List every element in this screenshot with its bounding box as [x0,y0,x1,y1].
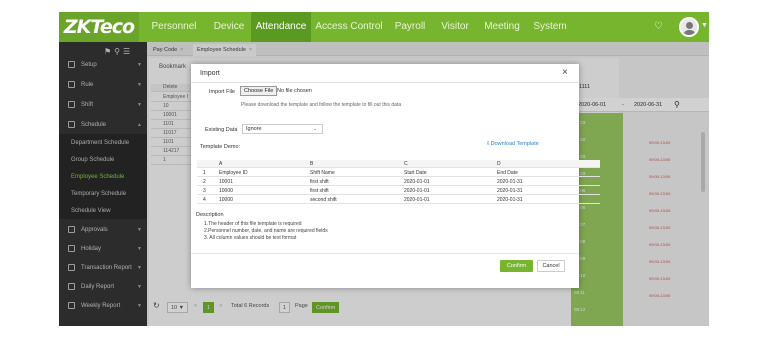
table-cell: 2020-01-31 [497,188,523,194]
dialog-title: Import [200,70,220,77]
table-cell: 2020-01-01 [404,188,430,194]
nav-access-control[interactable]: Access Control [311,12,387,42]
template-demo-label: Template Demo: [200,144,241,150]
nav-attendance[interactable]: Attendance [251,12,311,42]
nav-visitor[interactable]: Visitor [433,12,477,42]
table-row: 3 10000 first shift 2020-01-01 2020-01-31 [197,187,600,195]
nav-personnel[interactable]: Personnel [141,12,207,42]
import-dialog: Import × Import File Choose File No file… [191,64,600,288]
description-line: 3. All column values should be text form… [204,235,297,241]
existing-data-select[interactable]: Ignore ⌄ [242,124,323,134]
chevron-down-icon: ⌄ [313,126,318,132]
table-cell: 2 [203,179,206,185]
app-window: ZKTeco Personnel Device Attendance Acces… [59,12,709,326]
bell-icon[interactable]: ♡ [654,21,663,32]
existing-data-value: Ignore [246,126,262,132]
table-header-cell: A [219,161,223,167]
divider [191,253,579,254]
table-header-cell: B [310,161,314,167]
table-cell: 2020-01-01 [404,179,430,185]
table-row: 4 10000 second shift 2020-01-01 2020-01-31 [197,196,600,204]
nav-device[interactable]: Device [207,12,251,42]
user-avatar-icon[interactable] [679,17,699,37]
template-hint: Please download the template and follow … [241,102,402,108]
import-file-label: Import File [209,89,235,95]
download-template-link[interactable]: ⇩Download Template [486,141,539,147]
table-cell: 2020-01-31 [497,197,523,203]
table-cell: 3 [203,188,206,194]
top-nav-bar: ZKTeco Personnel Device Attendance Acces… [59,12,709,42]
chevron-down-icon[interactable]: ▼ [701,22,708,29]
confirm-button[interactable]: Confirm [500,260,533,272]
table-row: 1 Employee ID Shift Name Start Date End Date [197,169,600,177]
close-icon[interactable]: × [562,67,568,78]
table-header-row: A B C D [197,160,600,168]
table-cell: Start Date [404,170,427,176]
choose-file-button[interactable]: Choose File [240,86,278,96]
no-file-text: No file chosen [277,88,312,94]
description-line: 1.The header of this file template is re… [204,221,302,227]
table-cell: second shift [310,197,337,203]
existing-data-label: Existing Data [205,127,238,133]
divider [191,82,579,83]
table-cell: first shift [310,179,329,185]
nav-payroll[interactable]: Payroll [387,12,433,42]
description-label: Description [196,212,224,218]
table-row: 2 10001 first shift 2020-01-01 2020-01-31 [197,178,600,186]
table-cell: 2020-01-31 [497,179,523,185]
table-cell: End Date [497,170,518,176]
table-header-cell: C [404,161,408,167]
template-demo-table: A B C D 1 Employee ID Shift Name Start Date End … [197,160,600,209]
table-cell: 10001 [219,179,233,185]
table-cell: 1 [203,170,206,176]
table-cell: first shift [310,188,329,194]
cancel-button[interactable]: Cancel [537,260,565,272]
app-logo: ZKTeco [59,12,139,42]
table-cell: 10000 [219,197,233,203]
table-cell: 10000 [219,188,233,194]
table-cell: Shift Name [310,170,335,176]
table-cell: Employee ID [219,170,248,176]
nav-system[interactable]: System [527,12,573,42]
table-cell: 2020-01-01 [404,197,430,203]
table-header-cell: D [497,161,501,167]
description-line: 2.Personnel number, date, and name are r… [204,228,328,234]
table-cell: 4 [203,197,206,203]
download-template-text: Download Template [490,141,539,147]
nav-meeting[interactable]: Meeting [477,12,527,42]
